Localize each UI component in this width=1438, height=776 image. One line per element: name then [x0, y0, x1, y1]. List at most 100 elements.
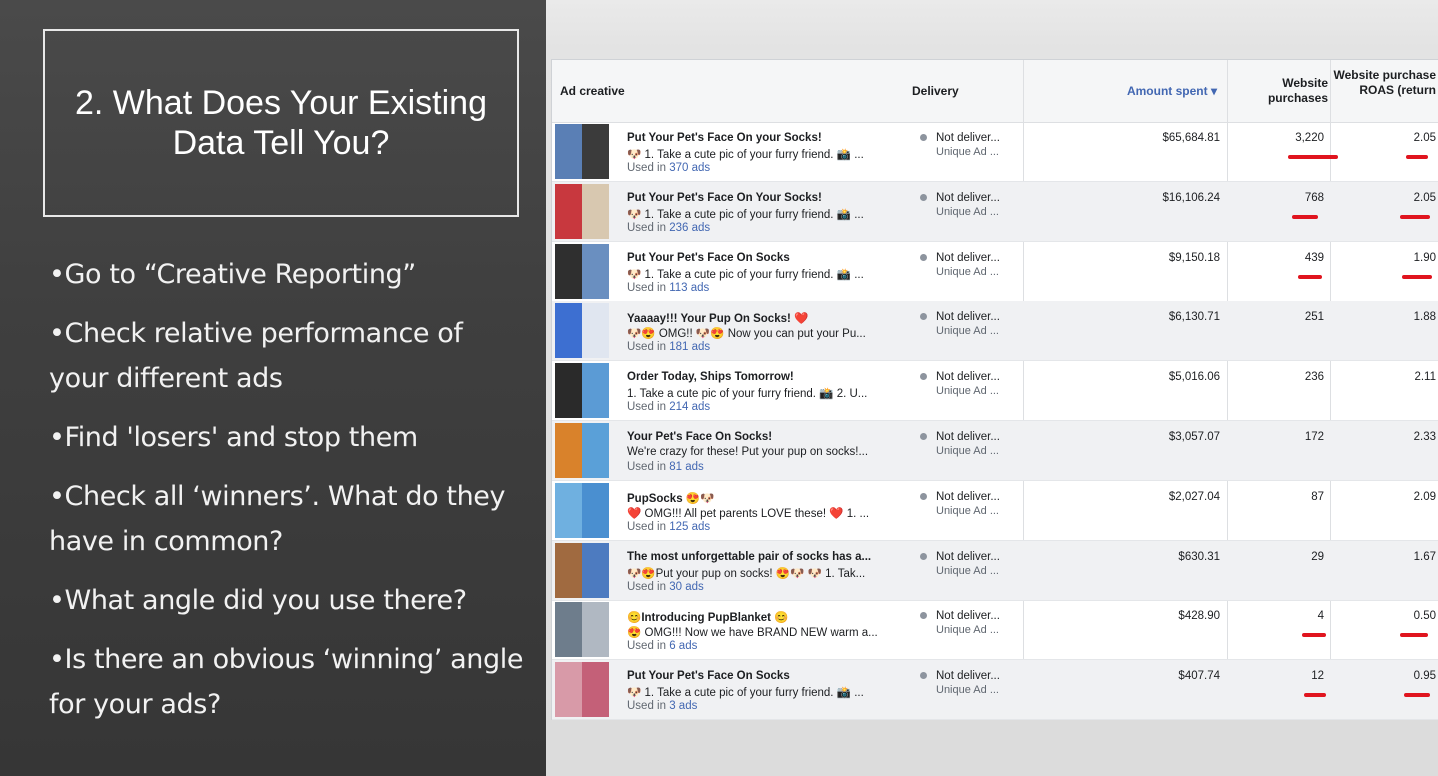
table-row[interactable]: Order Today, Ships Tomorrow! 1. Take a cu…	[552, 361, 1438, 422]
website-purchases-cell: 236	[1304, 371, 1324, 384]
ad-thumbnail[interactable]	[555, 183, 609, 239]
ad-usage-count-link[interactable]: 236 ads	[669, 222, 710, 234]
bullet-list: •Go to “Creative Reporting” •Check relat…	[49, 252, 529, 741]
ad-usage-count-link[interactable]: 6 ads	[669, 640, 697, 652]
amount-spent-cell: $6,130.71	[1168, 311, 1220, 324]
ad-title[interactable]: PupSocks 😍🐶	[627, 491, 714, 505]
ad-usage-count-link[interactable]: 30 ads	[669, 581, 704, 593]
delivery-substatus: Unique Ad ...	[936, 504, 999, 517]
bullet-item: •Is there an obvious ‘winning’ angle for…	[49, 644, 524, 720]
ad-body-text: 🐶😍 OMG!! 🐶😍 Now you can put your Pu...	[627, 328, 866, 341]
delivery-status-dot-icon	[920, 612, 927, 620]
ad-title[interactable]: Put Your Pet's Face On Socks	[627, 670, 790, 682]
ad-body-text: 1. Take a cute pic of your furry friend.…	[627, 388, 868, 401]
amount-spent-cell: $428.90	[1178, 610, 1220, 623]
purchase-roas-cell: 0.95	[1413, 670, 1436, 683]
purchase-roas-cell: 1.67	[1413, 550, 1436, 563]
ad-usage-count-link[interactable]: 81 ads	[669, 461, 704, 473]
delivery-substatus: Unique Ad ...	[936, 624, 999, 637]
ad-thumbnail-image	[555, 542, 582, 598]
amount-spent-cell: $65,684.81	[1162, 132, 1220, 144]
delivery-status-dot-icon	[920, 492, 927, 500]
delivery-status: Not deliver...	[936, 490, 1000, 503]
ad-usage: Used in 3 ads	[627, 700, 697, 712]
purchase-roas-cell: 2.11	[1414, 371, 1436, 384]
website-purchases-cell: 172	[1304, 431, 1324, 443]
delivery-status-dot-icon	[920, 672, 927, 680]
ad-title[interactable]: 😊Introducing PupBlanket 😊	[627, 610, 789, 624]
column-header-purchase-roas[interactable]: Website purchase ROAS (return	[1332, 68, 1436, 98]
ad-thumbnail-image	[555, 363, 582, 419]
ad-body-text: 🐶😍Put your pup on socks! 😍🐶 🐶 1. Tak...	[627, 567, 866, 580]
website-purchases-cell: 251	[1304, 311, 1324, 324]
red-underline-annotation	[1298, 274, 1322, 279]
delivery-status: Not deliver...	[936, 251, 1000, 264]
ad-usage: Used in 236 ads	[627, 222, 710, 234]
ad-thumbnail[interactable]	[555, 363, 609, 419]
ads-manager-screenshot: Ad creative Delivery Amount spent ▾ Webs…	[546, 0, 1438, 776]
ad-thumbnail-image	[555, 303, 582, 359]
ad-title[interactable]: Your Pet's Face On Socks!	[627, 431, 772, 443]
column-header-ad-creative[interactable]: Ad creative	[560, 84, 625, 98]
ad-thumbnail[interactable]	[555, 243, 609, 299]
ad-body-text: 🐶 1. Take a cute pic of your furry frien…	[627, 208, 864, 221]
column-header-amount-spent[interactable]: Amount spent ▾	[1024, 84, 1217, 98]
ad-title[interactable]: Order Today, Ships Tomorrow!	[627, 371, 794, 383]
delivery-substatus: Unique Ad ...	[936, 325, 999, 338]
column-header-website-purchases[interactable]: Website purchases	[1228, 76, 1328, 106]
delivery-status: Not deliver...	[936, 371, 1000, 384]
delivery-substatus: Unique Ad ...	[936, 684, 999, 697]
table-row[interactable]: Put Your Pet's Face On Your Socks! 🐶 1. T…	[552, 181, 1438, 242]
ad-thumbnail[interactable]	[555, 482, 609, 538]
delivery-status: Not deliver...	[936, 311, 1000, 324]
ad-usage-count-link[interactable]: 370 ads	[669, 162, 710, 174]
table-row[interactable]: 😊Introducing PupBlanket 😊 😍 OMG!!! Now we…	[552, 600, 1438, 661]
table-row[interactable]: Put Your Pet's Face On Socks 🐶 1. Take a …	[552, 660, 1438, 721]
ad-body-text: 🐶 1. Take a cute pic of your furry frien…	[627, 687, 864, 700]
ad-title[interactable]: Yaaaay!!! Your Pup On Socks! ❤️	[627, 311, 808, 325]
table-row[interactable]: Your Pet's Face On Socks! We're crazy for…	[552, 421, 1438, 481]
ad-title[interactable]: Put Your Pet's Face On Socks	[627, 252, 790, 264]
ad-thumbnail-image	[555, 124, 582, 179]
table-row[interactable]: Put Your Pet's Face On your Socks! 🐶 1. T…	[552, 122, 1438, 182]
ad-usage-count-link[interactable]: 125 ads	[669, 521, 710, 533]
ad-usage-count-link[interactable]: 214 ads	[669, 401, 710, 413]
ad-thumbnail[interactable]	[555, 542, 609, 598]
ad-usage-label: Used in	[627, 700, 666, 713]
table-row[interactable]: PupSocks 😍🐶 ❤️ OMG!!! All pet parents LOV…	[552, 481, 1438, 541]
ad-title[interactable]: Put Your Pet's Face On your Socks!	[627, 132, 822, 144]
ad-usage-label: Used in	[627, 162, 666, 174]
ad-thumbnail[interactable]	[555, 303, 609, 359]
website-purchases-cell: 4	[1317, 610, 1324, 623]
table-row[interactable]: Yaaaay!!! Your Pup On Socks! ❤️ 🐶😍 OMG!! …	[552, 301, 1438, 362]
ad-usage-count-link[interactable]: 181 ads	[669, 341, 710, 353]
ad-usage-count-link[interactable]: 3 ads	[669, 700, 697, 712]
website-purchases-cell: 87	[1311, 490, 1324, 503]
delivery-status-dot-icon	[920, 313, 927, 321]
ad-thumbnail-image	[582, 243, 609, 299]
column-header-delivery[interactable]: Delivery	[912, 84, 959, 98]
ad-thumbnail-image	[555, 662, 582, 718]
ad-usage-count-link[interactable]: 113 ads	[669, 282, 709, 294]
ad-usage: Used in 30 ads	[627, 581, 704, 593]
delivery-status-dot-icon	[920, 373, 927, 381]
ad-title[interactable]: Put Your Pet's Face On Your Socks!	[627, 192, 822, 204]
ad-thumbnail[interactable]	[555, 124, 609, 179]
red-underline-annotation	[1404, 693, 1430, 698]
ad-thumbnail[interactable]	[555, 423, 609, 478]
delivery-status-dot-icon	[920, 433, 927, 440]
ad-thumbnail-image	[582, 662, 609, 718]
red-underline-annotation	[1302, 633, 1326, 638]
ad-thumbnail-image	[582, 363, 609, 419]
ad-thumbnail[interactable]	[555, 602, 609, 658]
website-purchases-cell: 3,220	[1295, 132, 1324, 144]
ad-thumbnail[interactable]	[555, 662, 609, 718]
delivery-status-dot-icon	[920, 253, 927, 261]
table-row[interactable]: The most unforgettable pair of socks has…	[552, 540, 1438, 601]
ad-usage-label: Used in	[627, 401, 666, 414]
delivery-substatus: Unique Ad ...	[936, 385, 999, 398]
bullet-item: •What angle did you use there?	[49, 585, 467, 616]
purchase-roas-cell: 2.05	[1413, 191, 1436, 204]
ad-title[interactable]: The most unforgettable pair of socks has…	[627, 551, 871, 563]
table-row[interactable]: Put Your Pet's Face On Socks 🐶 1. Take a …	[552, 242, 1438, 302]
